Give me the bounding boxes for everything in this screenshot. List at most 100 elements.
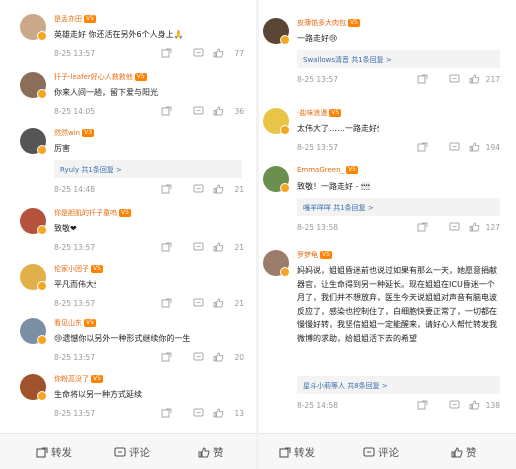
repost-button[interactable]: 转发 <box>36 445 72 460</box>
level-badge: V5 <box>348 19 360 27</box>
comment-footer: 8-25 13:58 127 <box>297 222 500 234</box>
verified-icon <box>280 125 290 135</box>
action-bar-right: 转发 评论 赞 <box>259 433 516 469</box>
comment-icon[interactable] <box>193 242 204 252</box>
like-label: 赞 <box>466 447 477 459</box>
thumbs-up-icon[interactable] <box>213 48 224 58</box>
verified-icon <box>37 31 47 41</box>
like-count: 127 <box>485 222 500 232</box>
comment-icon <box>114 447 126 457</box>
reply-summary-link[interactable]: 嘎羊咩咩 共1条回复 > <box>297 197 500 216</box>
username[interactable]: 伦家小团子 V5 <box>54 264 103 274</box>
username[interactable]: ·盐味浪漫 V5 <box>297 108 342 118</box>
username[interactable]: 然然win V3 <box>54 128 95 138</box>
like-count: 21 <box>234 298 244 308</box>
thumbs-up-icon <box>198 447 210 458</box>
username[interactable]: EmmaGreen_ V5 <box>297 166 358 174</box>
repost-label: 转发 <box>51 447 72 459</box>
comment-footer: 8-25 13:57 194 <box>297 142 500 154</box>
comment-icon[interactable] <box>193 106 204 116</box>
like-count: 13 <box>234 408 244 418</box>
like-count: 36 <box>234 106 244 116</box>
username[interactable]: 你是胆肌的扦子童呜 V5 <box>54 208 131 218</box>
thumbs-up-icon[interactable] <box>213 298 224 308</box>
level-badge: V5 <box>119 209 131 217</box>
repost-icon[interactable] <box>161 298 172 308</box>
thumbs-up-icon[interactable] <box>213 408 224 418</box>
repost-icon[interactable] <box>417 142 428 152</box>
action-bar-left: 转发 评论 赞 <box>0 433 256 469</box>
comment-icon[interactable] <box>193 184 204 194</box>
comment-footer: 8-25 13:57 13 <box>54 408 244 420</box>
verified-icon <box>280 267 290 277</box>
username[interactable]: 你粉蕊没了 V5 <box>54 374 103 384</box>
comment-icon[interactable] <box>193 408 204 418</box>
timestamp: 8-25 13:57 <box>297 142 339 152</box>
like-button[interactable]: 赞 <box>198 445 224 460</box>
thumbs-up-icon[interactable] <box>469 142 480 152</box>
timestamp: 8-25 13:57 <box>54 352 96 362</box>
comment-icon[interactable] <box>449 142 460 152</box>
verified-icon <box>37 89 47 99</box>
comment-text: 致敬❤ <box>54 224 77 233</box>
thumbs-up-icon[interactable] <box>469 400 480 410</box>
comment-text: 生命将以另一种方式延续 <box>54 390 142 399</box>
timestamp: 8-25 14:05 <box>54 106 96 116</box>
repost-icon[interactable] <box>417 74 428 84</box>
like-label: 赞 <box>213 447 224 459</box>
verified-icon <box>37 335 47 345</box>
repost-icon[interactable] <box>161 352 172 362</box>
repost-icon[interactable] <box>161 106 172 116</box>
repost-icon[interactable] <box>417 222 428 232</box>
comment-icon[interactable] <box>193 352 204 362</box>
repost-button[interactable]: 转发 <box>279 445 315 460</box>
username[interactable]: 皮薄馅多大肉包 V5 <box>297 18 360 28</box>
reply-summary-link[interactable]: Ryuly 共1条回复 > <box>54 159 242 178</box>
verified-icon <box>37 391 47 401</box>
verified-icon <box>37 225 47 235</box>
like-count: 21 <box>234 242 244 252</box>
thumbs-up-icon[interactable] <box>469 74 480 84</box>
reply-summary-link[interactable]: Swallows清音 共1条回复 > <box>297 49 500 68</box>
thumbs-up-icon[interactable] <box>213 242 224 252</box>
comment-button[interactable]: 评论 <box>363 445 399 460</box>
username[interactable]: 扦子-leafer好心人救救他 V5 <box>54 72 147 82</box>
reply-summary-link[interactable]: 星斗小莉等人 共8条回复 > <box>297 376 500 394</box>
timestamp: 8-25 13:57 <box>54 48 96 58</box>
thumbs-up-icon[interactable] <box>213 184 224 194</box>
comment-column-right: 皮薄馅多大肉包 V5 一路走好😢 Swallows清音 共1条回复 > 8-25 13:… <box>259 0 516 469</box>
comment-icon[interactable] <box>193 298 204 308</box>
comment-label: 评论 <box>129 447 150 459</box>
like-count: 77 <box>234 48 244 58</box>
comment-icon[interactable] <box>193 48 204 58</box>
level-badge: V5 <box>84 319 96 327</box>
comment-icon[interactable] <box>449 222 460 232</box>
username[interactable]: 是孟亦田 V5 <box>54 14 96 24</box>
comment-text: 太伟大了……一路走好🕯 <box>297 124 380 133</box>
repost-icon[interactable] <box>161 48 172 58</box>
thumbs-up-icon[interactable] <box>213 352 224 362</box>
comment-label: 评论 <box>378 447 399 459</box>
level-badge: V5 <box>134 73 147 81</box>
like-count: 21 <box>234 184 244 194</box>
username[interactable]: 罗梦龟 V5 <box>297 250 332 260</box>
comment-button[interactable]: 评论 <box>114 445 150 460</box>
repost-icon[interactable] <box>417 400 428 410</box>
thumbs-up-icon[interactable] <box>213 106 224 116</box>
verified-icon <box>37 281 47 291</box>
repost-icon[interactable] <box>161 184 172 194</box>
comment-icon[interactable] <box>449 400 460 410</box>
comment-footer: 8-25 13:57 20 <box>54 352 244 364</box>
repost-icon[interactable] <box>161 408 172 418</box>
like-count: 138 <box>485 401 500 410</box>
comment-text: 厉害 <box>54 144 70 153</box>
comment-text: 你来人间一趟，留下爱与阳光 <box>54 88 158 97</box>
like-count: 217 <box>485 74 500 84</box>
level-badge: V5 <box>91 375 103 383</box>
like-button[interactable]: 赞 <box>451 445 477 460</box>
repost-icon[interactable] <box>161 242 172 252</box>
timestamp: 8-25 13:57 <box>54 408 96 418</box>
thumbs-up-icon[interactable] <box>469 222 480 232</box>
username[interactable]: 看见山东 V5 <box>54 318 96 328</box>
comment-icon[interactable] <box>449 74 460 84</box>
